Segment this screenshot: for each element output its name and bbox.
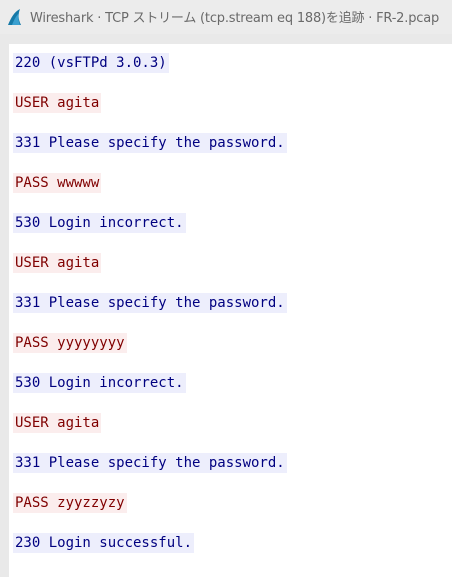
stream-line-client: PASS zyyzzyzy [13, 493, 127, 513]
window-titlebar[interactable]: Wireshark · TCP ストリーム (tcp.stream eq 188… [0, 0, 452, 34]
wireshark-fin-icon [8, 9, 21, 25]
stream-line-server: 530 Login incorrect. [13, 373, 186, 393]
stream-line-server: 331 Please specify the password. [13, 133, 287, 153]
stream-line-server: 220 (vsFTPd 3.0.3) [13, 53, 169, 73]
stream-line-client: PASS yyyyyyyy [13, 333, 127, 353]
tcp-stream-content[interactable]: 220 (vsFTPd 3.0.3) USER agita 331 Please… [9, 44, 452, 577]
stream-line-client: PASS wwwww [13, 173, 102, 193]
stream-line-server: 331 Please specify the password. [13, 453, 287, 473]
stream-line-client: USER agita [13, 413, 102, 433]
stream-line-server: 230 Login successful. [13, 533, 195, 553]
window-title: Wireshark · TCP ストリーム (tcp.stream eq 188… [30, 11, 440, 26]
stream-line-server: 331 Please specify the password. [13, 293, 287, 313]
stream-line-client: USER agita [13, 93, 102, 113]
stream-line-client: USER agita [13, 253, 102, 273]
stream-line-server: 530 Login incorrect. [13, 213, 186, 233]
